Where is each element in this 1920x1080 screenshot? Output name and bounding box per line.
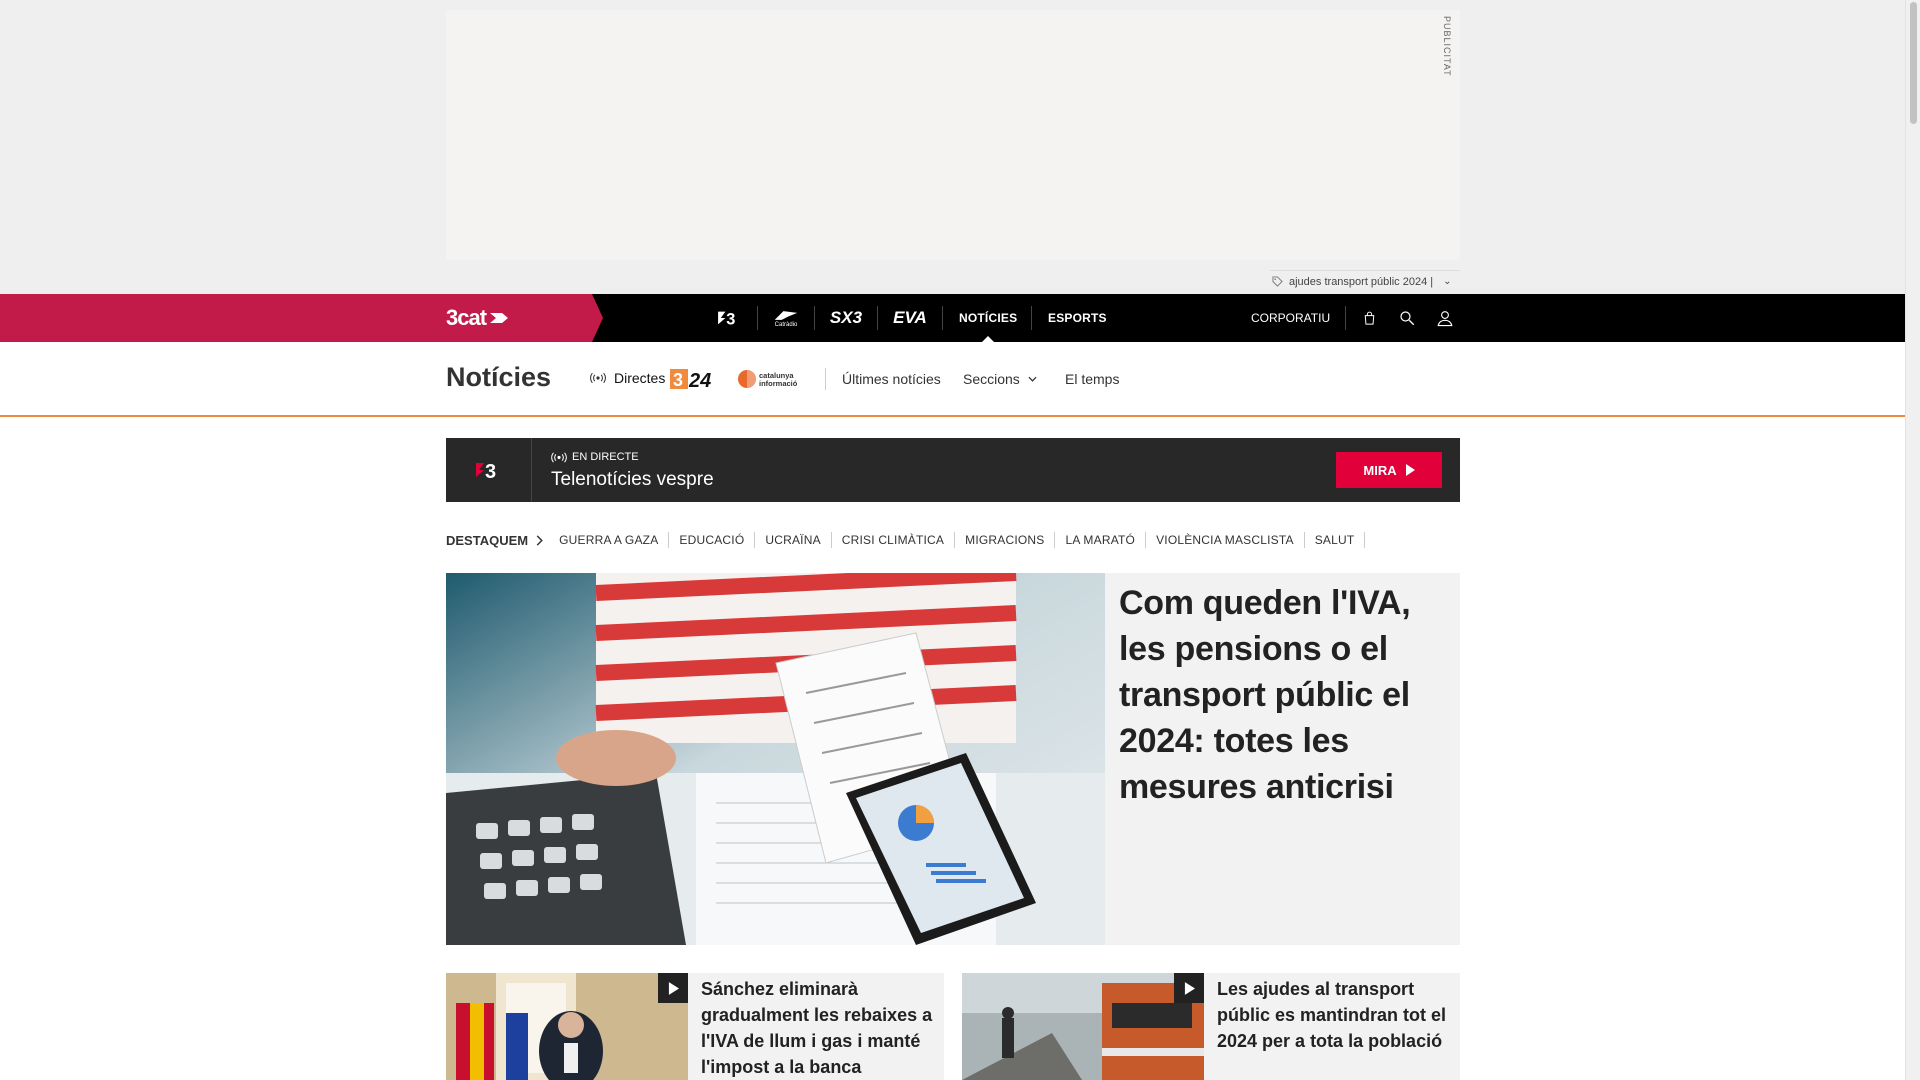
separator	[942, 306, 943, 330]
directes-label: Directes	[614, 370, 666, 386]
separator	[757, 306, 758, 330]
destaquem-label[interactable]: DESTAQUEM	[446, 533, 543, 548]
mira-label: MIRA	[1363, 462, 1397, 478]
divider	[825, 368, 826, 390]
catradio-caption: Catràdio	[774, 321, 798, 328]
324-logo[interactable]: 3 24	[670, 368, 722, 392]
catradio-logo-icon[interactable]: Catràdio	[771, 306, 801, 330]
news-card[interactable]: Les ajudes al transport públic es mantin…	[962, 973, 1460, 1080]
svg-text:informació: informació	[759, 379, 798, 388]
play-icon[interactable]	[1174, 973, 1204, 1003]
el-temps-link[interactable]: El temps	[1065, 371, 1119, 387]
nav-noticies[interactable]: NOTÍCIES	[959, 294, 1017, 342]
3cat-logo[interactable]: 3cat	[446, 305, 510, 330]
play-icon	[1405, 464, 1415, 476]
live-broadcast-icon	[551, 451, 567, 463]
eva-text: EVA	[893, 308, 927, 327]
separator	[1031, 306, 1032, 330]
nav-corporatiu[interactable]: CORPORATIU	[1251, 294, 1330, 342]
separator	[877, 306, 878, 330]
brand-name: 3cat	[446, 305, 487, 330]
svg-text:3: 3	[726, 310, 735, 328]
svg-text:24: 24	[688, 370, 711, 390]
shop-bag-icon[interactable]	[1357, 306, 1381, 330]
card-headline[interactable]: Les ajudes al transport públic es mantin…	[1217, 976, 1452, 1054]
search-icon[interactable]	[1395, 306, 1419, 330]
chevron-down-icon[interactable]: ⌄	[1443, 276, 1451, 287]
ad-band: PUBLICITAT ajudes transport públic 2024 …	[0, 0, 1905, 294]
tv3-logo-icon: 3	[446, 438, 532, 502]
ultimes-noticies-link[interactable]: Últimes notícies	[842, 371, 941, 387]
play-icon[interactable]	[658, 973, 688, 1003]
card-image[interactable]	[446, 973, 688, 1080]
seccions-dropdown[interactable]: Seccions	[963, 371, 1037, 387]
hero-text-panel[interactable]: Com queden l'IVA, les pensions o el tran…	[1105, 573, 1460, 945]
hero-headline[interactable]: Com queden l'IVA, les pensions o el tran…	[1119, 580, 1446, 810]
card-image[interactable]	[962, 973, 1204, 1080]
top-nav: 3cat 3 Catràdio SX3 EVA NOTÍCIES ESPORTS…	[0, 294, 1905, 342]
eva-logo-icon[interactable]: EVA	[891, 306, 929, 330]
user-icon[interactable]	[1433, 306, 1457, 330]
scrollbar[interactable]	[1905, 0, 1920, 1080]
ad-slot[interactable]	[446, 10, 1460, 260]
brand-arrow-icon	[490, 313, 509, 323]
live-broadcast-icon	[590, 372, 606, 384]
tv3-logo-icon[interactable]: 3	[715, 306, 743, 330]
page-title[interactable]: Notícies	[446, 362, 551, 393]
brand-block	[0, 294, 603, 342]
tag-link[interactable]: LA MARATÓ	[1055, 532, 1147, 548]
destaquem-text: DESTAQUEM	[446, 532, 529, 548]
sx3-text: SX3	[829, 308, 863, 327]
chevron-down-icon	[1028, 376, 1037, 382]
ad-tagline[interactable]: ajudes transport públic 2024 | ⌄	[1270, 270, 1460, 292]
seccions-label: Seccions	[963, 371, 1020, 387]
svg-text:3: 3	[485, 461, 496, 482]
directes-link[interactable]: Directes	[590, 370, 665, 386]
card-headline[interactable]: Sánchez eliminarà gradualment les rebaix…	[701, 976, 936, 1080]
svg-text:3: 3	[673, 370, 683, 390]
tag-icon	[1272, 276, 1283, 287]
sx3-logo-icon[interactable]: SX3	[828, 306, 864, 330]
mira-button[interactable]: MIRA	[1336, 452, 1442, 488]
tag-link[interactable]: EDUCACIÓ	[669, 532, 756, 548]
tag-link[interactable]: CRISI CLIMÀTICA	[832, 532, 956, 548]
tag-link[interactable]: GUERRA A GAZA	[549, 532, 670, 548]
destaquem-bar: DESTAQUEM GUERRA A GAZA EDUCACIÓ UCRAÏNA…	[446, 532, 1366, 548]
ad-label: PUBLICITAT	[1442, 16, 1452, 77]
section-header: Notícies Directes 3 24 catalunya informaci…	[0, 342, 1905, 417]
news-card[interactable]: Sánchez eliminarà gradualment les rebaix…	[446, 973, 944, 1080]
tag-link[interactable]: UCRAÏNA	[755, 532, 832, 548]
live-program-title: Telenotícies vespre	[551, 469, 714, 490]
catalunya-informacio-logo[interactable]: catalunya informació	[737, 368, 807, 390]
tag-link[interactable]: MIGRACIONS	[955, 532, 1056, 548]
tag-link[interactable]: VIOLÈNCIA MASCLISTA	[1146, 532, 1305, 548]
live-banner[interactable]: 3 EN DIRECTE Telenotícies vespre MIRA	[446, 438, 1460, 502]
hero-image[interactable]	[446, 573, 1105, 945]
live-status: EN DIRECTE	[551, 451, 639, 463]
nav-esports[interactable]: ESPORTS	[1048, 294, 1107, 342]
ad-tagline-text: ajudes transport públic 2024 |	[1289, 275, 1434, 288]
tag-link[interactable]: SALUT	[1305, 532, 1366, 548]
live-status-label: EN DIRECTE	[572, 451, 639, 463]
separator	[814, 306, 815, 330]
scrollbar-thumb[interactable]	[1910, 2, 1917, 124]
chevron-right-icon	[536, 534, 543, 546]
separator	[1345, 306, 1346, 330]
